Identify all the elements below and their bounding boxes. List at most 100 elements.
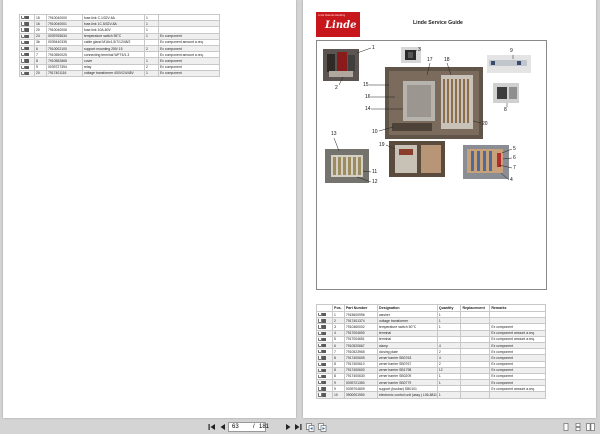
cart-icon[interactable] (317, 368, 322, 373)
photo-zener-barrier (493, 83, 519, 103)
save-icon[interactable] (25, 16, 30, 20)
save-icon[interactable] (322, 362, 327, 366)
save-icon[interactable] (25, 71, 30, 76)
continuous-view-button[interactable] (574, 422, 582, 432)
save-icon[interactable] (322, 374, 327, 379)
cart-icon[interactable] (317, 356, 322, 360)
save-icon[interactable] (322, 313, 327, 317)
callout-5: 5 (513, 146, 516, 152)
left-parts-table: 15 7910040000 fuse-link C.1/32V-6A 1 16 79100… (19, 13, 220, 77)
save-icon[interactable] (322, 319, 327, 323)
callout-10: 10 (372, 129, 378, 135)
callout-16: 16 (365, 94, 371, 100)
row-action-icons (315, 391, 334, 399)
cart-icon[interactable] (317, 381, 322, 385)
callout-20: 20 (482, 121, 488, 127)
callout-2: 2 (335, 85, 338, 91)
callout-14: 14 (365, 106, 371, 112)
next-page-button[interactable] (284, 422, 292, 432)
last-page-icon (295, 424, 302, 430)
save-icon[interactable] (322, 381, 327, 385)
cart-icon[interactable] (20, 65, 25, 69)
save-icon[interactable] (25, 46, 30, 51)
cart-icon[interactable] (20, 46, 25, 51)
row-action-icons (19, 69, 35, 77)
previous-view-icon (306, 422, 315, 432)
first-page-icon (208, 424, 215, 430)
logo-text: Linde (325, 20, 357, 31)
single-page-view-button[interactable] (562, 422, 570, 432)
cart-icon[interactable] (20, 28, 25, 32)
save-icon[interactable] (25, 28, 30, 32)
cart-icon[interactable] (317, 387, 322, 391)
cart-icon[interactable] (20, 16, 25, 20)
save-icon[interactable] (25, 53, 30, 57)
save-icon[interactable] (25, 40, 30, 45)
save-icon[interactable] (322, 325, 327, 329)
header-quantity: Quantity (436, 304, 462, 312)
cell-quantity: 1 (144, 69, 159, 77)
previous-view-button[interactable] (306, 422, 315, 432)
cart-icon[interactable] (317, 325, 322, 329)
save-icon[interactable] (322, 331, 327, 335)
total-pages: 181 (259, 424, 270, 430)
save-icon[interactable] (25, 65, 30, 69)
right-parts-table: Pos. Part Number Designation Quantity Re… (315, 304, 546, 399)
cart-icon[interactable] (317, 337, 322, 342)
cell-replacement (460, 391, 491, 399)
next-view-button[interactable] (318, 422, 327, 432)
logo-tagline: Linde Material Handling (318, 14, 346, 17)
cart-icon[interactable] (20, 40, 25, 45)
cart-icon[interactable] (317, 313, 322, 317)
right-page: Linde Material Handling Linde Linde Serv… (303, 0, 596, 418)
previous-page-button[interactable] (219, 422, 227, 432)
two-page-view-button[interactable] (586, 422, 595, 432)
last-page-button[interactable] (294, 422, 302, 432)
cart-icon[interactable] (317, 393, 322, 397)
current-page-number[interactable]: 63 (232, 424, 239, 430)
cart-icon[interactable] (317, 331, 322, 335)
save-icon[interactable] (25, 59, 30, 63)
cart-icon[interactable] (317, 319, 322, 323)
first-page-button[interactable] (208, 422, 216, 432)
callout-15: 15 (363, 82, 369, 88)
cart-icon[interactable] (20, 34, 25, 38)
header-replacement: Replacement (460, 304, 491, 312)
save-icon[interactable] (322, 368, 327, 373)
save-icon[interactable] (322, 350, 327, 354)
cell-part-number: 3900001950 (343, 391, 378, 399)
cart-icon[interactable] (20, 71, 25, 76)
header-part-number: Part Number (343, 304, 378, 312)
cart-icon[interactable] (317, 343, 322, 348)
cart-icon[interactable] (20, 59, 25, 63)
header-designation: Designation (376, 304, 438, 312)
cell-part-number: 7917401116 (46, 69, 83, 77)
table-row: 10 3900001950 electronic control unit (ass… (315, 391, 546, 399)
callout-4: 4 (510, 177, 513, 183)
single-page-icon (563, 423, 569, 431)
cart-icon[interactable] (317, 350, 322, 354)
cart-icon[interactable] (317, 362, 322, 366)
cart-icon[interactable] (317, 374, 322, 379)
next-view-icon (318, 422, 327, 432)
save-icon[interactable] (322, 393, 327, 397)
save-icon[interactable] (322, 356, 327, 360)
save-icon[interactable] (322, 387, 327, 391)
callout-7: 7 (513, 165, 516, 171)
cart-icon[interactable] (20, 22, 25, 26)
cell-pos: 20 (34, 69, 47, 77)
photo-cabinet (385, 67, 483, 139)
save-icon[interactable] (322, 337, 327, 342)
photo-support-bar (487, 55, 531, 73)
save-icon[interactable] (322, 343, 327, 348)
cell-designation: electronic control unit (assy.) L06-8811 (376, 391, 438, 399)
save-icon[interactable] (25, 22, 30, 26)
cart-icon[interactable] (20, 53, 25, 57)
callout-8: 8 (504, 107, 507, 113)
page-title: Linde Service Guide (413, 20, 463, 26)
two-page-icon (586, 423, 595, 431)
header-icons (315, 304, 334, 312)
cell-remarks (489, 391, 546, 399)
save-icon[interactable] (25, 34, 30, 38)
callout-6: 6 (513, 155, 516, 161)
